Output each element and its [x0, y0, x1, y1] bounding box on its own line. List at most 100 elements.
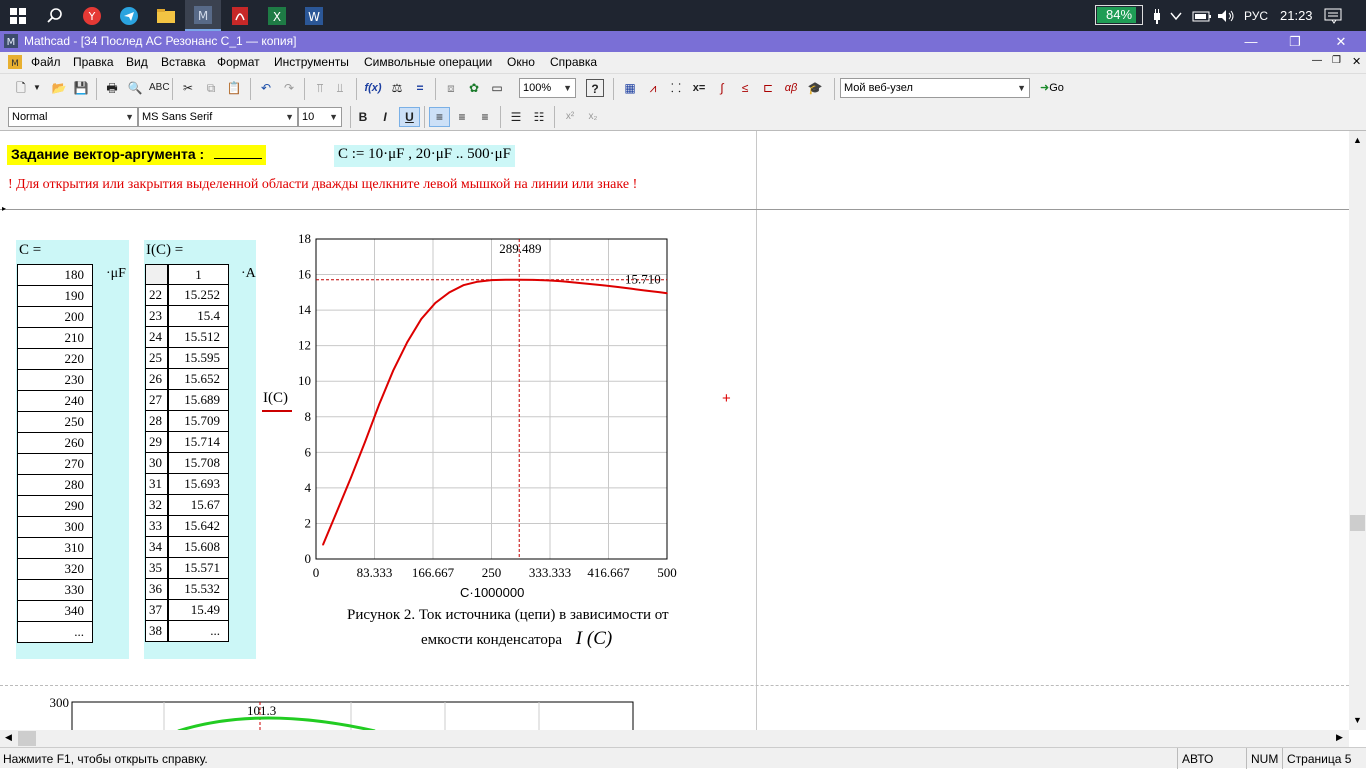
pdf-reader-icon[interactable] — [222, 0, 258, 31]
battery-indicator[interactable]: 84% — [1095, 5, 1143, 25]
undo-icon[interactable]: ↶ — [257, 79, 275, 97]
file-explorer-icon[interactable] — [148, 0, 184, 31]
menu-window[interactable]: Окно — [507, 55, 535, 69]
align-right-icon[interactable]: ≡ — [476, 108, 494, 126]
align-center-icon[interactable]: ≡ — [453, 108, 471, 126]
plot-y-axis-label[interactable]: I(C) — [263, 390, 288, 407]
align-down-icon[interactable]: ⫫ — [331, 79, 349, 97]
window-icon[interactable]: ▭ — [488, 79, 506, 97]
scroll-left-icon[interactable]: ◀ — [5, 732, 12, 743]
graph-toolbar-icon[interactable]: ⩘ — [644, 79, 662, 97]
scroll-right-icon[interactable]: ▶ — [1336, 732, 1343, 743]
i-vector-region[interactable]: I(C) = ·A 1 22 15.252 23 15.4 24 15.512 25 15.59… — [144, 240, 256, 659]
second-plot[interactable]: 300 101.3 — [40, 693, 640, 730]
menu-insert[interactable]: Вставка — [161, 55, 206, 69]
scroll-thumb[interactable] — [1350, 515, 1365, 531]
bullet-list-icon[interactable]: ☰ — [507, 108, 525, 126]
telegram-icon[interactable] — [111, 0, 147, 31]
paste-icon[interactable]: 📋 — [225, 79, 243, 97]
boolean-toolbar-icon[interactable]: ≤ — [736, 79, 754, 97]
i-value-cell: 15.512 — [168, 327, 229, 348]
font-select[interactable]: MS Sans Serif ▼ — [138, 107, 298, 127]
calculate-icon[interactable]: = — [411, 79, 429, 97]
insert-function-icon[interactable]: f(x) — [364, 79, 382, 97]
menu-view[interactable]: Вид — [126, 55, 148, 69]
chevron-up-icon[interactable] — [1170, 0, 1182, 31]
underline-button[interactable]: U — [399, 107, 420, 127]
print-icon[interactable]: 🖶 — [103, 79, 121, 97]
matrix-toolbar-icon[interactable]: ⸬ — [667, 79, 685, 97]
open-folder-icon[interactable]: 📂 — [50, 79, 68, 97]
doc-close-button[interactable]: ✕ — [1352, 55, 1361, 68]
menu-format[interactable]: Формат — [217, 55, 260, 69]
web-node-select[interactable]: Мой веб-узел ▼ — [840, 78, 1030, 98]
subscript-icon[interactable]: x₂ — [584, 108, 602, 126]
align-top-icon[interactable]: ⫪ — [311, 79, 329, 97]
mathcad-taskbar-icon[interactable]: M — [185, 0, 221, 31]
menu-symbolics[interactable]: Символьные операции — [364, 55, 492, 69]
notification-center-icon[interactable] — [1324, 0, 1342, 31]
greek-toolbar-icon[interactable]: αβ — [782, 79, 800, 97]
c-vector-region[interactable]: C = ·μF 180 190 200 210 220 230 240 250 260 270 28… — [16, 240, 129, 659]
help-icon[interactable]: ? — [586, 79, 604, 97]
bold-button[interactable]: B — [354, 108, 372, 126]
new-dropdown-icon[interactable]: ▼ — [28, 79, 46, 97]
copy-icon[interactable]: ⧉ — [202, 79, 220, 97]
maximize-button[interactable]: ❐ — [1272, 31, 1318, 52]
document-icon[interactable]: M — [8, 55, 22, 69]
clock[interactable]: 21:23 — [1280, 0, 1313, 31]
print-preview-icon[interactable]: 🔍 — [126, 79, 144, 97]
plot-x-axis-label[interactable]: C·1000000 — [460, 585, 524, 600]
font-size-select[interactable]: 10 ▼ — [298, 107, 342, 127]
save-icon[interactable]: 💾 — [72, 79, 90, 97]
calculator-toolbar-icon[interactable]: ▦ — [621, 79, 639, 97]
plot-data-point — [518, 278, 521, 281]
scroll-up-icon[interactable]: ▲ — [1353, 135, 1362, 145]
spell-check-icon[interactable]: ABC — [149, 79, 170, 97]
minimize-button[interactable]: — — [1228, 31, 1274, 52]
language-indicator[interactable]: РУС — [1244, 0, 1268, 31]
menu-edit[interactable]: Правка — [73, 55, 114, 69]
programming-toolbar-icon[interactable]: ⊏ — [759, 79, 777, 97]
excel-icon[interactable]: X — [259, 0, 295, 31]
menu-help[interactable]: Справка — [550, 55, 597, 69]
i-row-index: 26 — [145, 369, 168, 390]
definition-region[interactable]: C := 10·μF , 20·μF .. 500·μF — [334, 145, 516, 167]
collapse-marker-icon[interactable]: ▸ — [2, 204, 6, 213]
close-button[interactable]: ✕ — [1318, 31, 1364, 52]
go-button[interactable]: ➜Go — [1040, 81, 1064, 94]
evaluation-toolbar-icon[interactable]: x= — [690, 79, 708, 97]
menu-file[interactable]: Файл — [31, 55, 61, 69]
align-left-icon[interactable]: ≡ — [429, 107, 450, 127]
numbered-list-icon[interactable]: ☷ — [530, 108, 548, 126]
horizontal-scrollbar[interactable]: ◀ ▶ — [0, 730, 1349, 747]
insert-unit-icon[interactable]: ⚖ — [388, 79, 406, 97]
menu-tools[interactable]: Инструменты — [274, 55, 349, 69]
vertical-scrollbar[interactable]: ▲ ▼ — [1349, 131, 1366, 730]
plot-data-point — [406, 341, 409, 343]
insert-component-icon[interactable]: ⧈ — [442, 79, 460, 97]
doc-restore-button[interactable]: ❐ — [1332, 55, 1341, 66]
word-icon[interactable]: W — [296, 0, 332, 31]
superscript-icon[interactable]: x² — [561, 108, 579, 126]
cut-icon[interactable]: ✂ — [179, 79, 197, 97]
doc-minimize-button[interactable]: — — [1312, 55, 1322, 66]
italic-button[interactable]: I — [376, 108, 394, 126]
scroll-down-icon[interactable]: ▼ — [1353, 715, 1362, 725]
hscroll-thumb[interactable] — [18, 731, 36, 746]
zoom-select[interactable]: 100% ▼ — [519, 78, 576, 98]
power-plug-icon[interactable] — [1151, 0, 1163, 31]
windows-start-icon[interactable] — [0, 0, 36, 31]
resource-center-icon[interactable]: ✿ — [465, 79, 483, 97]
worksheet[interactable]: Задание вектор-аргумента : C := 10·μF , … — [0, 131, 1349, 730]
search-icon[interactable] — [37, 0, 73, 31]
yandex-browser-icon[interactable]: Y — [74, 0, 110, 31]
calculus-toolbar-icon[interactable]: ∫ — [713, 79, 731, 97]
volume-icon[interactable] — [1217, 0, 1237, 31]
caption-expression: I (C) — [575, 628, 613, 649]
current-vs-capacitance-plot[interactable]: 0 83.333 166.667 250 333.333 416.667 500 0 2 4 6 8 1… — [292, 231, 712, 603]
redo-icon[interactable]: ↷ — [280, 79, 298, 97]
symbolic-toolbar-icon[interactable]: 🎓 — [806, 79, 824, 97]
battery-tray-icon[interactable] — [1192, 0, 1212, 31]
style-select[interactable]: Normal ▼ — [8, 107, 138, 127]
